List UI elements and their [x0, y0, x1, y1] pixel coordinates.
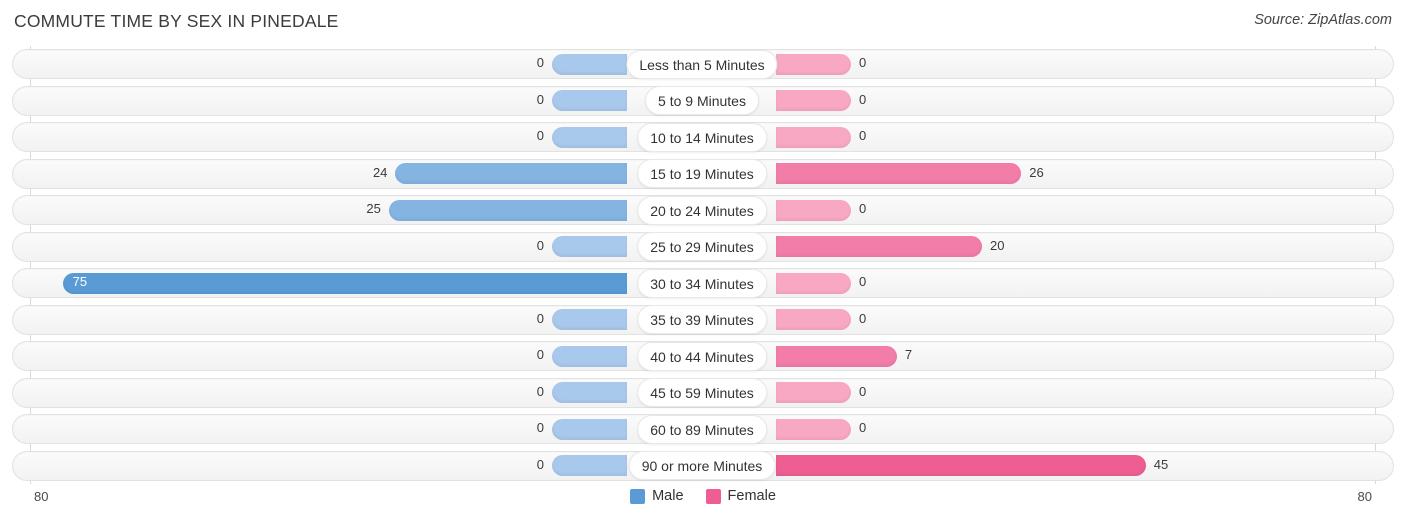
chart-footer: 80 80 Male Female [0, 484, 1406, 523]
bar-male[interactable] [395, 163, 627, 184]
chart-row: 0 0 60 to 89 Minutes [0, 411, 1406, 448]
bar-female[interactable] [776, 90, 851, 111]
bar-female[interactable] [776, 418, 851, 440]
bar-male[interactable] [552, 126, 627, 148]
bar-male[interactable] [552, 455, 627, 476]
bar-female[interactable] [776, 382, 851, 403]
value-label-female: 20 [990, 237, 1005, 253]
bar-female[interactable] [776, 309, 851, 330]
category-label-pill: 60 to 89 Minutes [637, 414, 767, 444]
legend-label: Male [652, 488, 684, 504]
chart-row: 0 0 5 to 9 Minutes [0, 83, 1406, 120]
row-bars: 0 0 45 to 59 Minutes [0, 375, 1406, 412]
bar-female[interactable] [776, 199, 851, 221]
bar-female[interactable] [776, 53, 851, 75]
row-bars: 0 20 25 to 29 Minutes [0, 229, 1406, 266]
bar-female[interactable] [776, 236, 982, 257]
chart-root: COMMUTE TIME BY SEX IN PINEDALE Source: … [0, 0, 1406, 523]
bar-male[interactable] [552, 53, 627, 75]
value-label-male: 0 [536, 456, 544, 472]
chart-header: COMMUTE TIME BY SEX IN PINEDALE Source: … [0, 0, 1406, 46]
chart-legend: Male Female [0, 488, 1406, 504]
category-label-pill: 5 to 9 Minutes [645, 86, 759, 115]
value-label-female: 0 [859, 274, 867, 289]
row-bars: 24 26 15 to 19 Minutes [0, 156, 1406, 193]
value-label-male: 0 [536, 91, 544, 107]
bar-male[interactable] [388, 199, 627, 221]
value-label-male: 0 [536, 55, 544, 70]
category-label-pill: Less than 5 Minutes [626, 49, 778, 79]
chart-row: 75 0 30 to 34 Minutes [0, 265, 1406, 302]
row-bars: 0 0 Less than 5 Minutes [0, 46, 1406, 83]
category-label-pill: 10 to 14 Minutes [637, 122, 767, 152]
chart-row: 0 0 45 to 59 Minutes [0, 375, 1406, 412]
bar-female[interactable] [776, 345, 897, 367]
chart-row: 0 0 Less than 5 Minutes [0, 46, 1406, 83]
value-label-female: 0 [859, 201, 867, 216]
value-label-male: 0 [536, 420, 544, 435]
row-bars: 25 0 20 to 24 Minutes [0, 192, 1406, 229]
category-label-pill: 40 to 44 Minutes [637, 341, 767, 371]
legend-swatch-icon [630, 488, 646, 504]
value-label-male: 24 [372, 164, 388, 180]
bar-male[interactable] [552, 90, 627, 111]
legend-item-male[interactable]: Male [630, 488, 684, 504]
plot-area: 0 0 Less than 5 Minutes 0 0 5 to 9 Minutes 0 0 1… [0, 46, 1406, 484]
bar-male[interactable] [552, 382, 627, 403]
value-label-male: 75 [72, 274, 88, 289]
row-bars: 0 0 5 to 9 Minutes [0, 83, 1406, 120]
chart-row: 0 0 10 to 14 Minutes [0, 119, 1406, 156]
row-bars: 0 0 60 to 89 Minutes [0, 411, 1406, 448]
value-label-male: 0 [536, 347, 544, 362]
value-label-female: 45 [1153, 456, 1169, 472]
value-label-male: 0 [536, 310, 544, 326]
category-label-pill: 30 to 34 Minutes [637, 268, 767, 298]
row-bars: 0 0 10 to 14 Minutes [0, 119, 1406, 156]
bar-rows: 0 0 Less than 5 Minutes 0 0 5 to 9 Minutes 0 0 1… [0, 46, 1406, 484]
chart-row: 24 26 15 to 19 Minutes [0, 156, 1406, 193]
row-bars: 0 0 35 to 39 Minutes [0, 302, 1406, 339]
legend-swatch-icon [705, 488, 721, 504]
chart-row: 0 20 25 to 29 Minutes [0, 229, 1406, 266]
value-label-female: 7 [904, 347, 913, 362]
value-label-female: 0 [859, 91, 867, 107]
source-attribution: Source: ZipAtlas.com [1254, 12, 1392, 28]
bar-male[interactable] [552, 418, 627, 440]
category-label-pill: 20 to 24 Minutes [637, 195, 767, 225]
value-label-male: 0 [536, 128, 544, 143]
category-label-pill: 45 to 59 Minutes [637, 378, 767, 407]
value-label-male: 0 [536, 383, 544, 399]
value-label-female: 0 [859, 55, 867, 70]
value-label-female: 0 [859, 128, 867, 143]
chart-row: 0 7 40 to 44 Minutes [0, 338, 1406, 375]
chart-row: 25 0 20 to 24 Minutes [0, 192, 1406, 229]
value-label-male: 0 [536, 237, 544, 253]
category-label-pill: 25 to 29 Minutes [637, 232, 767, 261]
bar-female[interactable] [776, 126, 851, 148]
category-label-pill: 15 to 19 Minutes [637, 159, 767, 188]
value-label-female: 0 [859, 420, 867, 435]
bar-male[interactable] [552, 309, 627, 330]
bar-female[interactable] [776, 163, 1022, 184]
row-bars: 75 0 30 to 34 Minutes [0, 265, 1406, 302]
bar-male[interactable] [552, 345, 627, 367]
category-label-pill: 35 to 39 Minutes [637, 305, 767, 334]
value-label-male: 25 [366, 201, 381, 216]
bar-female[interactable] [776, 272, 851, 294]
row-bars: 0 7 40 to 44 Minutes [0, 338, 1406, 375]
row-bars: 0 45 90 or more Minutes [0, 448, 1406, 485]
chart-row: 0 0 35 to 39 Minutes [0, 302, 1406, 339]
page-title: COMMUTE TIME BY SEX IN PINEDALE [14, 11, 339, 31]
bar-female[interactable] [776, 455, 1146, 476]
bar-male[interactable] [62, 272, 627, 294]
value-label-female: 26 [1029, 164, 1044, 180]
category-label-pill: 90 or more Minutes [628, 451, 776, 480]
value-label-female: 0 [859, 310, 867, 326]
value-label-female: 0 [859, 383, 867, 399]
legend-label: Female [727, 488, 776, 504]
legend-item-female[interactable]: Female [705, 488, 776, 504]
bar-male[interactable] [552, 236, 627, 257]
chart-row: 0 45 90 or more Minutes [0, 448, 1406, 485]
